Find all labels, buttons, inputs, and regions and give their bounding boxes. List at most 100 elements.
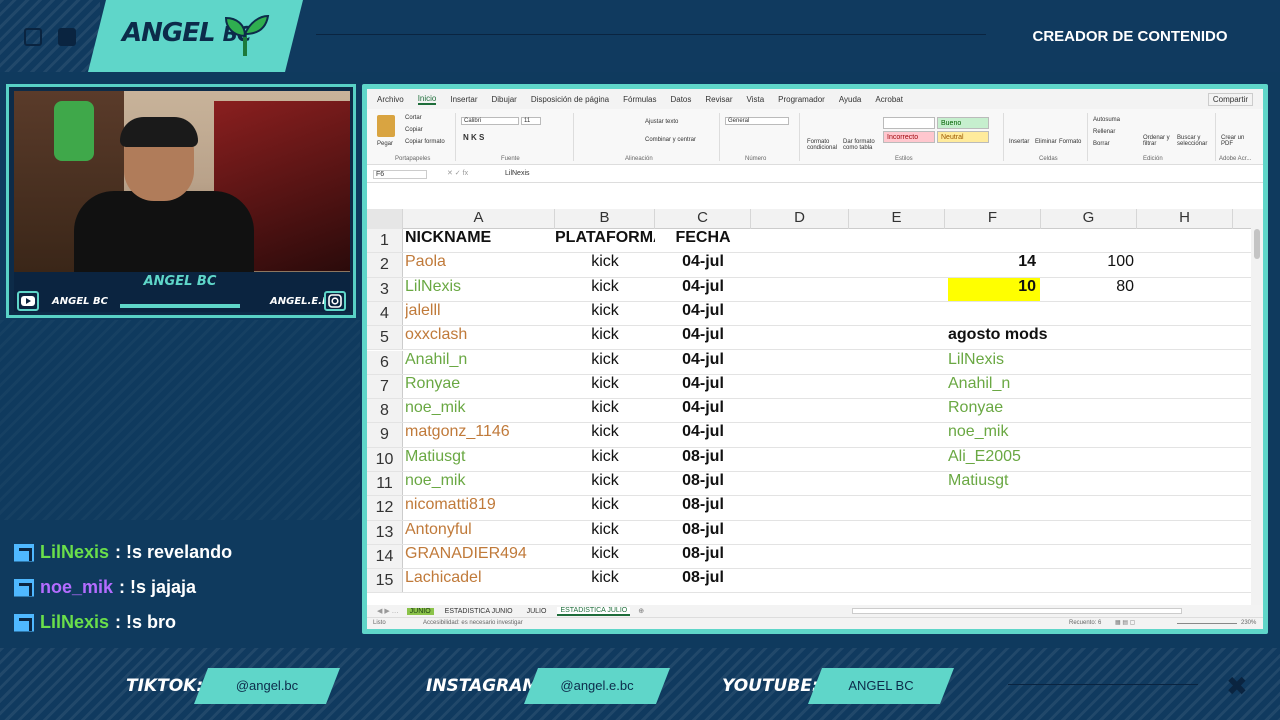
column-header[interactable]: E [849, 209, 945, 229]
cell[interactable]: 04-jul [655, 375, 751, 398]
format-painter-button[interactable]: Copiar formato [405, 139, 445, 145]
paste-button[interactable]: Pegar [377, 141, 393, 147]
cell[interactable]: Anahil_n [948, 375, 1040, 398]
cell[interactable]: kick [555, 569, 655, 592]
column-header[interactable]: H [1137, 209, 1233, 229]
cell[interactable]: 04-jul [655, 302, 751, 325]
bold-button[interactable]: N K S [463, 133, 484, 142]
cell[interactable]: agosto mods [948, 326, 1068, 349]
cell[interactable]: Matiusgt [405, 448, 555, 471]
cell[interactable]: kick [555, 399, 655, 422]
tab-datos[interactable]: Datos [670, 95, 691, 104]
cell[interactable]: 04-jul [655, 253, 751, 276]
tab-inicio[interactable]: Inicio [417, 94, 437, 105]
column-header[interactable]: C [655, 209, 751, 229]
vertical-scrollbar[interactable] [1251, 209, 1263, 607]
font-name-select[interactable]: Calibri [461, 117, 519, 125]
row-header[interactable]: 5 [367, 326, 403, 350]
cell[interactable]: 04-jul [655, 326, 751, 349]
scrollbar-thumb[interactable] [1254, 229, 1260, 259]
cell[interactable]: Matiusgt [948, 472, 1040, 495]
tab-insertar[interactable]: Insertar [450, 95, 477, 104]
cell[interactable]: jalelll [405, 302, 555, 325]
name-box[interactable]: F6 [373, 170, 427, 179]
row-header[interactable]: 1 [367, 229, 403, 253]
cell[interactable]: Ali_E2005 [948, 448, 1040, 471]
cell[interactable]: Paola [405, 253, 555, 276]
share-button[interactable]: Compartir [1207, 92, 1253, 106]
column-header[interactable]: D [751, 209, 849, 229]
tab-revisar[interactable]: Revisar [705, 95, 732, 104]
style-normal[interactable]: Normal [883, 117, 935, 129]
sheet-tab[interactable]: ESTADISTICA JULIO [557, 606, 631, 616]
cell[interactable]: FECHA [655, 229, 751, 252]
row-header[interactable]: 8 [367, 399, 403, 423]
style-bad[interactable]: Incorrecto [883, 131, 935, 143]
cell[interactable]: Anahil_n [405, 351, 555, 374]
cell[interactable]: GRANADIER494 [405, 545, 555, 568]
cell[interactable]: LilNexis [405, 278, 555, 301]
style-good[interactable]: Bueno [937, 117, 989, 129]
cell[interactable]: kick [555, 448, 655, 471]
tab-programador[interactable]: Programador [778, 95, 825, 104]
row-header[interactable]: 4 [367, 301, 403, 326]
cell[interactable]: kick [555, 253, 655, 276]
cell[interactable]: 08-jul [655, 521, 751, 544]
tab-acrobat[interactable]: Acrobat [875, 95, 903, 104]
conditional-format-button[interactable]: Formato condicional [807, 139, 843, 151]
cell[interactable]: Antonyful [405, 521, 555, 544]
row-header[interactable]: 13 [367, 520, 403, 544]
select-all-corner[interactable] [367, 209, 403, 229]
view-icons[interactable]: ▦ ▤ ▢ [1115, 619, 1135, 626]
cell[interactable]: 100 [1040, 253, 1136, 276]
format-cells-button[interactable]: Formato [1059, 139, 1081, 145]
row-header[interactable]: 6 [367, 350, 403, 374]
cell[interactable]: kick [555, 326, 655, 349]
cell[interactable]: 08-jul [655, 496, 751, 519]
row-header[interactable]: 9 [367, 423, 403, 447]
tab-archivo[interactable]: Archivo [377, 95, 404, 104]
sheet-tab[interactable]: JUNIO [406, 607, 434, 615]
cell[interactable]: kick [555, 351, 655, 374]
number-format-select[interactable]: General [725, 117, 789, 125]
row-header[interactable]: 14 [367, 544, 403, 569]
row-header[interactable]: 15 [367, 569, 403, 593]
add-sheet-icon[interactable]: ⊕ [638, 607, 644, 615]
autosum-button[interactable]: Autosuma [1093, 117, 1120, 123]
horizontal-scrollbar[interactable] [852, 608, 1183, 614]
clear-button[interactable]: Borrar [1093, 141, 1110, 147]
column-header[interactable]: F [945, 209, 1041, 229]
insert-cells-button[interactable]: Insertar [1009, 139, 1029, 145]
highlighted-cell[interactable]: 10 [948, 277, 1040, 301]
font-size-select[interactable]: 11 [521, 117, 541, 125]
row-header[interactable]: 2 [367, 253, 403, 277]
zoom-level[interactable]: 230% [1241, 620, 1256, 626]
wrap-text-button[interactable]: Ajustar texto [645, 119, 678, 125]
cell[interactable]: matgonz_1146 [405, 423, 555, 446]
status-accessibility[interactable]: Accesibilidad: es necesario investigar [423, 620, 523, 626]
tab-dibujar[interactable]: Dibujar [492, 95, 517, 104]
cell[interactable]: PLATAFORMA [555, 229, 655, 252]
cell[interactable]: kick [555, 423, 655, 446]
cell[interactable]: 08-jul [655, 472, 751, 495]
cell[interactable]: Ronyae [948, 399, 1040, 422]
cell[interactable]: 04-jul [655, 399, 751, 422]
cell[interactable]: 08-jul [655, 569, 751, 592]
tab-formulas[interactable]: Fórmulas [623, 95, 656, 104]
cell[interactable]: NICKNAME [405, 229, 555, 252]
row-header[interactable]: 10 [367, 447, 403, 471]
cell[interactable]: oxxclash [405, 326, 555, 349]
delete-cells-button[interactable]: Eliminar [1035, 139, 1057, 145]
cell[interactable]: kick [555, 496, 655, 519]
cell[interactable]: 08-jul [655, 448, 751, 471]
formula-input[interactable]: LilNexis [505, 170, 530, 177]
zoom-slider[interactable] [1177, 623, 1237, 624]
cell[interactable]: kick [555, 302, 655, 325]
cell[interactable]: noe_mik [405, 399, 555, 422]
cell[interactable]: 04-jul [655, 423, 751, 446]
cell[interactable]: kick [555, 278, 655, 301]
row-header[interactable]: 7 [367, 374, 403, 399]
column-header[interactable]: A [403, 209, 555, 229]
cut-button[interactable]: Cortar [405, 115, 422, 121]
row-header[interactable]: 3 [367, 277, 403, 301]
